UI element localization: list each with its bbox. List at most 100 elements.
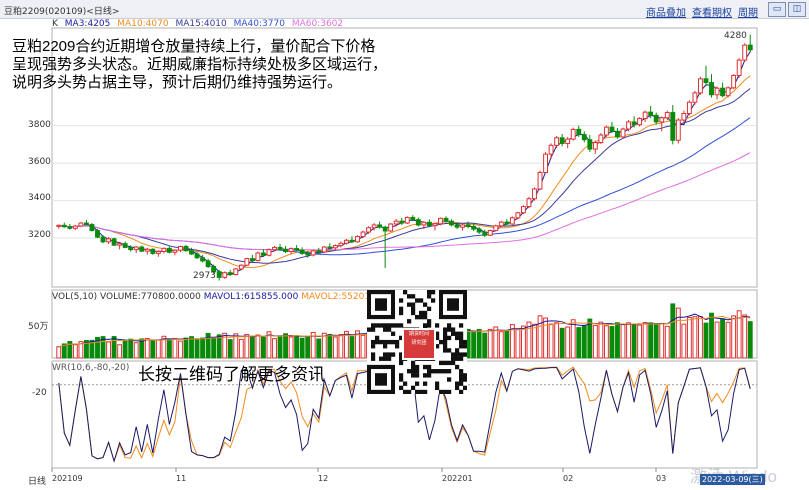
qr-module xyxy=(427,373,432,378)
volume-bar xyxy=(670,303,676,359)
qr-module xyxy=(375,339,380,345)
volume-bar xyxy=(515,328,521,359)
ma60-legend: MA60:3602 xyxy=(291,19,344,29)
volume-bar xyxy=(238,338,244,359)
volume-bar xyxy=(637,324,643,359)
volume-bar xyxy=(178,340,183,359)
qr-module xyxy=(423,364,428,370)
qr-module xyxy=(443,344,448,349)
candle-body xyxy=(205,260,211,268)
qr-module xyxy=(439,360,444,366)
ma10-legend: MA10:4070 xyxy=(117,19,169,29)
candle-body xyxy=(238,264,244,270)
qr-logo-line2: 研究团 xyxy=(411,340,427,346)
qr-module xyxy=(423,302,428,307)
candle-body xyxy=(465,224,471,227)
qr-module xyxy=(411,385,416,391)
volume-bar xyxy=(150,339,156,359)
qr-module xyxy=(427,319,432,324)
qr-module xyxy=(399,360,404,366)
candle-body xyxy=(476,228,482,233)
qr-module xyxy=(423,310,428,316)
volume-bar xyxy=(249,335,255,359)
volume-bar xyxy=(686,317,692,359)
qr-module xyxy=(387,356,392,361)
qr-module xyxy=(423,314,428,320)
x-tick-11: 11 xyxy=(176,474,187,483)
volume-bar xyxy=(360,334,366,359)
qr-module xyxy=(443,339,448,345)
qr-module xyxy=(383,356,388,361)
candle-body xyxy=(150,248,156,254)
candle-body xyxy=(675,119,681,141)
volume-bar xyxy=(664,325,670,359)
volume-bar xyxy=(128,338,134,359)
volume-bar xyxy=(200,337,206,359)
qr-module xyxy=(415,298,420,303)
volume-bar xyxy=(725,321,731,359)
qr-module xyxy=(415,389,420,394)
qr-module xyxy=(459,381,464,386)
candle-body xyxy=(686,101,692,114)
volume-bar xyxy=(747,321,753,359)
qr-module xyxy=(435,385,440,391)
qr-module xyxy=(415,364,420,370)
candle-body xyxy=(183,245,189,252)
qr-module xyxy=(463,352,467,357)
qr-module xyxy=(407,389,412,394)
qr-module xyxy=(399,310,404,316)
candle-body xyxy=(532,188,537,200)
volume-bar xyxy=(592,324,598,359)
qr-module xyxy=(447,360,452,366)
volume-bar xyxy=(471,331,477,359)
candle-body xyxy=(438,217,443,225)
candle-body xyxy=(725,87,731,97)
qr-module xyxy=(427,364,432,370)
volume-bar xyxy=(581,324,587,359)
qr-module xyxy=(383,339,388,345)
candle-body xyxy=(587,139,593,150)
volume-bar xyxy=(565,326,571,359)
qr-module xyxy=(423,389,428,394)
volume-bar xyxy=(283,333,289,359)
candle-body xyxy=(543,153,548,173)
candle-body xyxy=(631,121,637,126)
ma15-legend: MA15:4010 xyxy=(175,19,227,29)
qr-module xyxy=(455,335,460,341)
volume-bar xyxy=(554,322,560,359)
candle-body xyxy=(299,249,305,254)
candle-body xyxy=(487,230,493,236)
analysis-line-3: 说明多头势占据主导，预计后期仍维持强势运行。 xyxy=(12,74,343,91)
x-tick-03: 03 xyxy=(656,474,667,483)
volume-legend: VOL(5,10) VOLUME:770800.0000 MAVOL1:6158… xyxy=(52,292,390,302)
qr-module xyxy=(443,335,448,341)
qr-module xyxy=(371,344,376,349)
price-tick-3200: 3200 xyxy=(28,230,51,240)
qr-module xyxy=(455,331,460,336)
qr-module xyxy=(455,385,460,391)
volume-bar xyxy=(576,327,582,359)
qr-module xyxy=(367,327,372,332)
candle-body xyxy=(377,224,383,228)
candle-body xyxy=(95,230,100,238)
long-press-caption: 长按二维码了解更多资讯 xyxy=(138,365,325,384)
qr-module xyxy=(463,344,467,349)
qr-module xyxy=(455,356,460,361)
volume-bar xyxy=(332,336,338,359)
qr-module xyxy=(391,323,396,328)
candle-body xyxy=(166,247,172,253)
qr-module xyxy=(439,369,444,374)
volume-bar xyxy=(609,326,615,359)
qr-module xyxy=(443,360,448,366)
candle-body xyxy=(421,221,427,226)
volume-bar xyxy=(255,334,261,359)
qr-module xyxy=(423,373,428,378)
qr-module xyxy=(387,352,392,357)
price-tick-3400: 3400 xyxy=(28,193,51,203)
candle-body xyxy=(404,216,410,224)
volume-bar xyxy=(631,323,637,359)
candle-body xyxy=(637,118,643,126)
qr-module xyxy=(463,377,467,382)
qr-module xyxy=(419,389,424,394)
candle-body xyxy=(449,220,454,226)
